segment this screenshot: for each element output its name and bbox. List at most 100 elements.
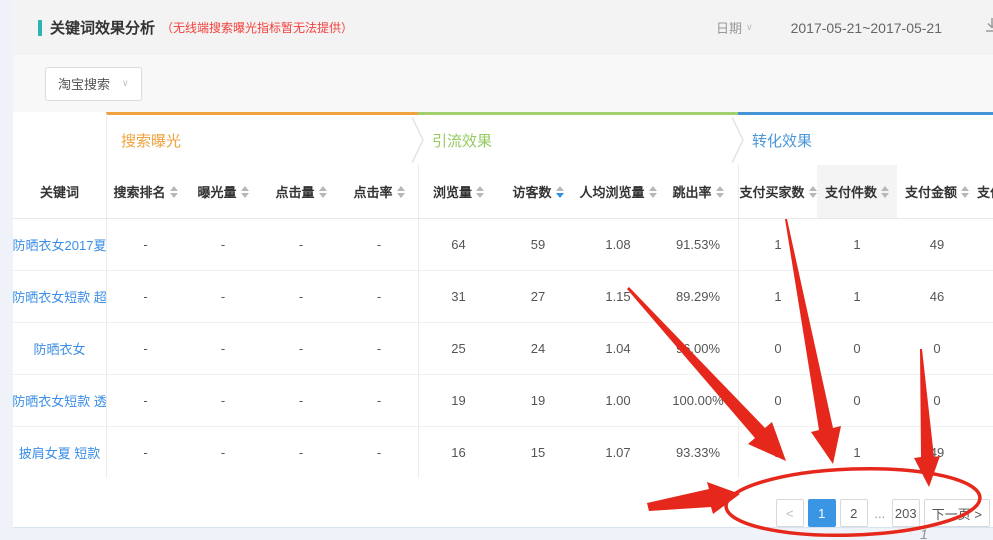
col-header-paid-amount[interactable]: 支付金额	[897, 165, 977, 218]
col-header-paid-buyers[interactable]: 支付买家数	[738, 165, 817, 218]
cell-impressions: -	[184, 323, 262, 374]
cell-impressions: -	[184, 219, 262, 270]
col-header-label: 关键词	[40, 182, 79, 201]
date-dropdown-label: 日期	[716, 18, 742, 37]
sort-icon[interactable]	[476, 186, 484, 198]
cell-bounce-rate: 100.00%	[658, 375, 738, 426]
col-header-visitors[interactable]: 访客数	[498, 165, 578, 218]
cell-impressions: -	[184, 427, 262, 478]
sort-icon[interactable]	[961, 186, 969, 198]
col-header-label: 人均浏览量	[579, 182, 644, 201]
col-header-pageviews[interactable]: 浏览量	[418, 165, 498, 218]
col-header-label: 点击量	[275, 182, 314, 201]
cell-truncated	[977, 323, 993, 374]
page-button-2[interactable]: 2	[840, 499, 868, 527]
cell-pageviews: 25	[418, 323, 498, 374]
cell-search-rank: -	[106, 375, 184, 426]
pagination-ellipsis: ...	[872, 499, 888, 527]
col-header-paid-items[interactable]: 支付件数	[817, 165, 897, 218]
cell-pageviews: 19	[418, 375, 498, 426]
group-separator	[731, 116, 745, 164]
cell-impressions: -	[184, 271, 262, 322]
chevron-down-icon: ∨	[122, 78, 129, 89]
cell-search-rank: -	[106, 427, 184, 478]
group-separator	[411, 116, 425, 164]
cell-pageviews: 64	[418, 219, 498, 270]
col-header-truncated[interactable]: 支付	[977, 165, 993, 218]
sort-icon[interactable]	[170, 186, 178, 198]
download-icon[interactable]	[984, 17, 993, 38]
sort-icon-active[interactable]	[556, 186, 564, 198]
table-row: 防晒衣女2017夏 - - - - 64 59 1.08 91.53% 1 1 …	[13, 218, 993, 270]
keyword-link[interactable]: 防晒衣女短款 超	[13, 271, 106, 322]
table-row: 披肩女夏 短款 - - - - 16 15 1.07 93.33% 1 1 49	[13, 426, 993, 478]
cell-paid-amount: 49	[897, 219, 977, 270]
channel-select-value: 淘宝搜索	[58, 74, 110, 93]
title-marker	[38, 20, 42, 36]
group-traffic-effect: 引流效果	[418, 112, 738, 165]
col-header-clicks[interactable]: 点击量	[262, 165, 340, 218]
cell-bounce-rate: 96.00%	[658, 323, 738, 374]
pen-mark: 1	[920, 526, 928, 540]
col-header-search-rank[interactable]: 搜索排名	[106, 165, 184, 218]
date-range[interactable]: 2017-05-21~2017-05-21	[791, 20, 942, 36]
cell-paid-amount: 49	[897, 427, 977, 478]
group-conversion-effect: 转化效果	[738, 112, 993, 165]
page-button-203[interactable]: 203	[892, 499, 920, 527]
cell-paid-items: 1	[817, 427, 897, 478]
cell-clicks: -	[262, 219, 340, 270]
table-group-header: 搜索曝光 引流效果 转化效果	[13, 112, 993, 165]
cell-paid-amount: 0	[897, 375, 977, 426]
keyword-link[interactable]: 披肩女夏 短款	[13, 427, 106, 478]
keyword-link[interactable]: 防晒衣女短款 透	[13, 375, 106, 426]
keyword-link[interactable]: 防晒衣女2017夏	[13, 219, 106, 270]
col-header-label: 支付金额	[905, 182, 957, 201]
col-header-keyword: 关键词	[13, 165, 106, 218]
sort-icon[interactable]	[319, 186, 327, 198]
col-header-label: 浏览量	[433, 182, 472, 201]
cell-truncated	[977, 375, 993, 426]
cell-avg-pageviews: 1.15	[578, 271, 658, 322]
keyword-analysis-panel: 关键词效果分析 （无线端搜索曝光指标暂无法提供） 日期 ∨ 2017-05-21…	[13, 0, 993, 528]
cell-ctr: -	[340, 427, 418, 478]
prev-page-button[interactable]: <	[776, 499, 804, 527]
col-header-label: 支付买家数	[739, 182, 804, 201]
cell-ctr: -	[340, 323, 418, 374]
sort-icon[interactable]	[716, 186, 724, 198]
sort-icon[interactable]	[809, 186, 817, 198]
channel-select[interactable]: 淘宝搜索 ∨	[45, 67, 142, 101]
col-header-impressions[interactable]: 曝光量	[184, 165, 262, 218]
sort-icon[interactable]	[241, 186, 249, 198]
cell-search-rank: -	[106, 323, 184, 374]
cell-visitors: 19	[498, 375, 578, 426]
next-page-button[interactable]: 下一页 >	[924, 499, 990, 527]
date-dropdown[interactable]: 日期 ∨	[716, 18, 753, 37]
cell-visitors: 15	[498, 427, 578, 478]
table-header-row: 关键词 搜索排名 曝光量 点击量 点击率 浏览量 访客数 人均浏览量	[13, 165, 993, 218]
cell-visitors: 24	[498, 323, 578, 374]
cell-pageviews: 31	[418, 271, 498, 322]
cell-paid-amount: 46	[897, 271, 977, 322]
sort-icon[interactable]	[397, 186, 405, 198]
pagination: < 1 2 ... 203 下一页 >	[776, 499, 990, 527]
cell-paid-items: 0	[817, 375, 897, 426]
sort-icon[interactable]	[649, 186, 657, 198]
cell-paid-items: 1	[817, 271, 897, 322]
cell-truncated	[977, 219, 993, 270]
sort-icon[interactable]	[881, 186, 889, 198]
table-row: 防晒衣女短款 超 - - - - 31 27 1.15 89.29% 1 1 4…	[13, 270, 993, 322]
table-row: 防晒衣女短款 透 - - - - 19 19 1.00 100.00% 0 0 …	[13, 374, 993, 426]
group-search-exposure: 搜索曝光	[106, 112, 418, 165]
col-header-avg-pageviews[interactable]: 人均浏览量	[578, 165, 658, 218]
col-header-bounce-rate[interactable]: 跳出率	[658, 165, 738, 218]
cell-avg-pageviews: 1.07	[578, 427, 658, 478]
col-header-label: 曝光量	[197, 182, 236, 201]
keyword-link[interactable]: 防晒衣女	[13, 323, 106, 374]
cell-paid-buyers: 1	[738, 271, 817, 322]
cell-truncated	[977, 427, 993, 478]
col-header-ctr[interactable]: 点击率	[340, 165, 418, 218]
table-row: 防晒衣女 - - - - 25 24 1.04 96.00% 0 0 0	[13, 322, 993, 374]
cell-search-rank: -	[106, 219, 184, 270]
page-button-1[interactable]: 1	[808, 499, 836, 527]
cell-clicks: -	[262, 375, 340, 426]
